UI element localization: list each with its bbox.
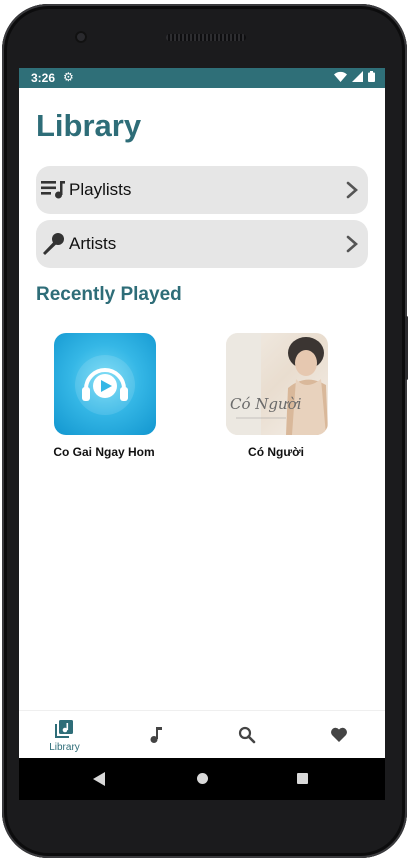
playlists-label: Playlists	[69, 180, 132, 199]
earpiece-speaker	[166, 34, 246, 41]
playlist-icon	[41, 181, 65, 199]
page-title: Library	[36, 108, 142, 143]
co-nguoi-album-cover[interactable]: Có Người	[226, 333, 328, 435]
recently-played-heading: Recently Played	[36, 284, 182, 305]
heart-icon	[331, 727, 347, 742]
back-icon[interactable]	[93, 772, 105, 786]
nav-now-playing[interactable]	[110, 711, 201, 758]
settings-icon: ⚙	[63, 70, 74, 84]
signal-icon	[352, 71, 363, 82]
playlists-row[interactable]: Playlists	[36, 166, 368, 214]
recent-item-title: Co Gai Ngay Hom	[53, 445, 155, 459]
nav-favorites[interactable]	[292, 711, 383, 758]
headphones-play-icon	[75, 355, 135, 415]
recent-item-title: Có Người	[248, 445, 304, 459]
front-camera	[75, 31, 87, 43]
battery-icon	[368, 71, 375, 82]
nav-search[interactable]	[201, 711, 292, 758]
artists-row[interactable]: Artists	[36, 220, 368, 268]
nav-library-label: Library	[49, 742, 80, 753]
album-cover-lettering: Có Người	[230, 395, 302, 413]
recents-icon[interactable]	[297, 773, 308, 784]
nav-library[interactable]: Library	[19, 711, 110, 758]
status-icons	[334, 71, 375, 82]
status-bar: 3:26 ⚙	[19, 68, 385, 88]
status-time: 3:26	[31, 71, 56, 85]
chevron-right-icon	[346, 181, 358, 199]
chevron-right-icon	[346, 235, 358, 253]
microphone-icon	[43, 233, 64, 255]
headphones-play-artwork[interactable]	[54, 333, 156, 435]
library-icon	[55, 720, 73, 738]
music-note-icon	[150, 727, 162, 743]
home-icon[interactable]	[197, 773, 208, 784]
album-cover-art	[226, 333, 328, 435]
artists-label: Artists	[69, 234, 117, 253]
wifi-icon	[334, 71, 347, 82]
bottom-navigation: Library	[19, 710, 385, 758]
system-navigation-bar	[19, 758, 385, 800]
side-button[interactable]	[405, 316, 408, 380]
screen: 3:26 ⚙ Library Playlists Artists Recentl…	[19, 68, 385, 758]
search-icon	[238, 726, 256, 744]
